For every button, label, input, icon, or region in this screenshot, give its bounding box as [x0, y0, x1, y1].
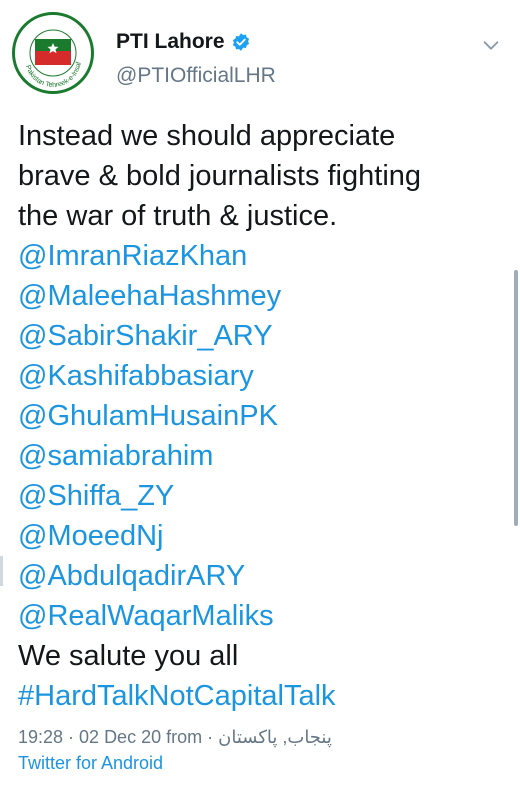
left-edge-divider: [0, 556, 3, 586]
mention-link[interactable]: @AbdulqadirARY: [18, 556, 504, 596]
tweet-text-line: brave & bold journalists fighting: [18, 160, 422, 192]
mention-link[interactable]: @MoeedNj: [18, 516, 504, 556]
scrollbar[interactable]: [514, 270, 518, 526]
tweet-text-line: the war of truth & justice.: [18, 200, 338, 232]
display-name-row: PTI Lahore: [116, 30, 276, 54]
mention-link[interactable]: @ImranRiazKhan: [18, 236, 504, 276]
mention-link[interactable]: @Shiffa_ZY: [18, 476, 504, 516]
hashtag-link[interactable]: #HardTalkNotCapitalTalk: [18, 676, 504, 716]
tweet-meta: 19:28 · 02 Dec 20 from پنجاب, پاکستان · …: [18, 724, 504, 776]
tweet-text: Instead we should appreciate brave & bol…: [18, 116, 504, 716]
mention-link[interactable]: @GhulamHusainPK: [18, 396, 504, 436]
timestamp[interactable]: 19:28 · 02 Dec 20 from: [18, 727, 202, 747]
location-link[interactable]: پنجاب, پاکستان ·: [207, 727, 332, 747]
handle[interactable]: @PTIOfficialLHR: [116, 64, 276, 88]
mention-link[interactable]: @Kashifabbasiary: [18, 356, 504, 396]
mention-link[interactable]: @SabirShakir_ARY: [18, 316, 504, 356]
pti-logo-icon: Pakistan Tehreek-e-Insaf: [16, 16, 90, 90]
tweet-closing-text: We salute you all: [18, 640, 239, 672]
mention-link[interactable]: @RealWaqarMaliks: [18, 596, 504, 636]
author-names: PTI Lahore @PTIOfficialLHR: [116, 30, 276, 88]
tweet-text-line: Instead we should appreciate: [18, 120, 396, 152]
mention-link[interactable]: @MaleehaHashmey: [18, 276, 504, 316]
display-name[interactable]: PTI Lahore: [116, 30, 225, 54]
avatar[interactable]: Pakistan Tehreek-e-Insaf: [12, 12, 94, 94]
meta-row: 19:28 · 02 Dec 20 from پنجاب, پاکستان ·: [18, 724, 504, 750]
tweet-header: Pakistan Tehreek-e-Insaf PTI Lahore @PTI…: [12, 12, 508, 94]
source-link[interactable]: Twitter for Android: [18, 750, 504, 776]
chevron-down-icon[interactable]: [480, 34, 502, 56]
mention-link[interactable]: @samiabrahim: [18, 436, 504, 476]
verified-badge-icon: [232, 33, 249, 51]
tweet-card: Pakistan Tehreek-e-Insaf PTI Lahore @PTI…: [0, 0, 520, 800]
